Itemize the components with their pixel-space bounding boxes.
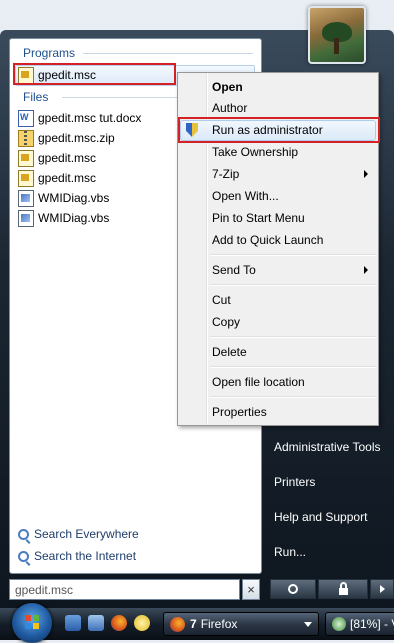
start-button[interactable]	[12, 603, 52, 643]
menu-item-take-ownership[interactable]: Take Ownership	[212, 142, 298, 162]
right-link-run[interactable]: Run...	[274, 545, 306, 559]
submenu-arrow-icon	[364, 266, 368, 274]
menu-separator	[210, 254, 376, 256]
power-button[interactable]	[270, 579, 316, 599]
taskbar-button-firefox[interactable]: 7 Firefox	[163, 612, 319, 636]
file-item-label: gpedit.msc	[38, 171, 97, 185]
menu-item-copy[interactable]: Copy	[212, 312, 240, 332]
file-item[interactable]: gpedit.msc tut.docx	[18, 109, 141, 127]
menu-item-7zip[interactable]: 7-Zip	[212, 164, 372, 184]
menu-item-author[interactable]: Author	[212, 98, 247, 118]
taskbar-group-count: 7	[190, 617, 197, 631]
search-icon	[18, 550, 29, 562]
right-link-printers[interactable]: Printers	[274, 475, 315, 489]
menu-item-delete[interactable]: Delete	[212, 342, 247, 362]
taskbar-button-window[interactable]: [81%] - V	[325, 612, 394, 636]
start-search-input[interactable]: gpedit.msc	[9, 579, 240, 600]
menu-item-send-to[interactable]: Send To	[212, 260, 256, 280]
chevron-down-icon	[304, 621, 312, 627]
menu-separator	[210, 366, 376, 368]
menu-separator	[210, 284, 376, 286]
menu-item-cut[interactable]: Cut	[212, 290, 231, 310]
zip-icon	[18, 129, 34, 147]
file-item-label: WMIDiag.vbs	[38, 191, 110, 205]
user-account-picture[interactable]	[308, 6, 366, 64]
firefox-quicklaunch-icon[interactable]	[111, 615, 127, 631]
search-icon	[18, 528, 29, 540]
app-icon	[332, 617, 346, 631]
file-item[interactable]: gpedit.msc	[18, 169, 96, 187]
firefox-icon	[170, 616, 185, 632]
vbs-script-icon	[18, 189, 34, 207]
search-internet-label: Search the Internet	[34, 549, 137, 563]
file-item-label: WMIDiag.vbs	[38, 211, 110, 225]
messenger-quicklaunch-icon[interactable]	[134, 615, 150, 631]
search-everywhere-link[interactable]: Search Everywhere	[18, 527, 139, 541]
menu-item-open[interactable]: Open	[212, 77, 243, 97]
programs-header: Programs	[23, 46, 76, 60]
show-desktop-icon[interactable]	[65, 615, 81, 631]
annotation-highlight-program	[13, 63, 176, 85]
switch-windows-icon[interactable]	[88, 615, 104, 631]
file-item[interactable]: gpedit.msc.zip	[18, 129, 115, 147]
lock-button[interactable]	[318, 579, 368, 599]
windows-logo-icon	[25, 615, 39, 629]
file-item-label: gpedit.msc.zip	[38, 131, 115, 145]
menu-item-pin-to-start-menu[interactable]: Pin to Start Menu	[212, 208, 305, 228]
programs-divider	[83, 53, 253, 54]
annotation-highlight-run-as-admin	[178, 117, 380, 143]
word-doc-icon	[18, 109, 34, 127]
vbs-script-icon	[18, 209, 34, 227]
shutdown-options-button[interactable]	[370, 579, 394, 599]
menu-item-add-to-quick-launch[interactable]: Add to Quick Launch	[212, 230, 323, 250]
power-icon	[288, 584, 298, 594]
menu-item-7zip-label: 7-Zip	[212, 167, 240, 181]
search-everywhere-label: Search Everywhere	[34, 527, 139, 541]
taskbar-button-label: Firefox	[200, 617, 238, 631]
file-item-label: gpedit.msc tut.docx	[38, 111, 142, 125]
files-header: Files	[23, 90, 49, 104]
taskbar-button-label: [81%] - V	[350, 617, 394, 631]
file-item[interactable]: WMIDiag.vbs	[18, 189, 109, 207]
msc-icon	[18, 149, 34, 167]
file-item-label: gpedit.msc	[38, 151, 97, 165]
menu-item-open-file-location[interactable]: Open file location	[212, 372, 305, 392]
right-link-administrative-tools[interactable]: Administrative Tools	[274, 440, 381, 454]
submenu-arrow-icon	[364, 170, 368, 178]
clear-search-button[interactable]: ×	[242, 579, 260, 600]
search-internet-link[interactable]: Search the Internet	[18, 549, 136, 563]
menu-separator	[210, 396, 376, 398]
lock-icon	[338, 581, 348, 595]
menu-separator	[210, 336, 376, 338]
right-link-help-and-support[interactable]: Help and Support	[274, 510, 367, 524]
msc-icon	[18, 169, 34, 187]
menu-item-open-with[interactable]: Open With...	[212, 186, 279, 206]
file-item[interactable]: gpedit.msc	[18, 149, 96, 167]
file-item[interactable]: WMIDiag.vbs	[18, 209, 109, 227]
user-picture-trunk	[334, 38, 339, 54]
menu-item-properties[interactable]: Properties	[212, 402, 267, 422]
chevron-right-icon	[379, 585, 385, 593]
